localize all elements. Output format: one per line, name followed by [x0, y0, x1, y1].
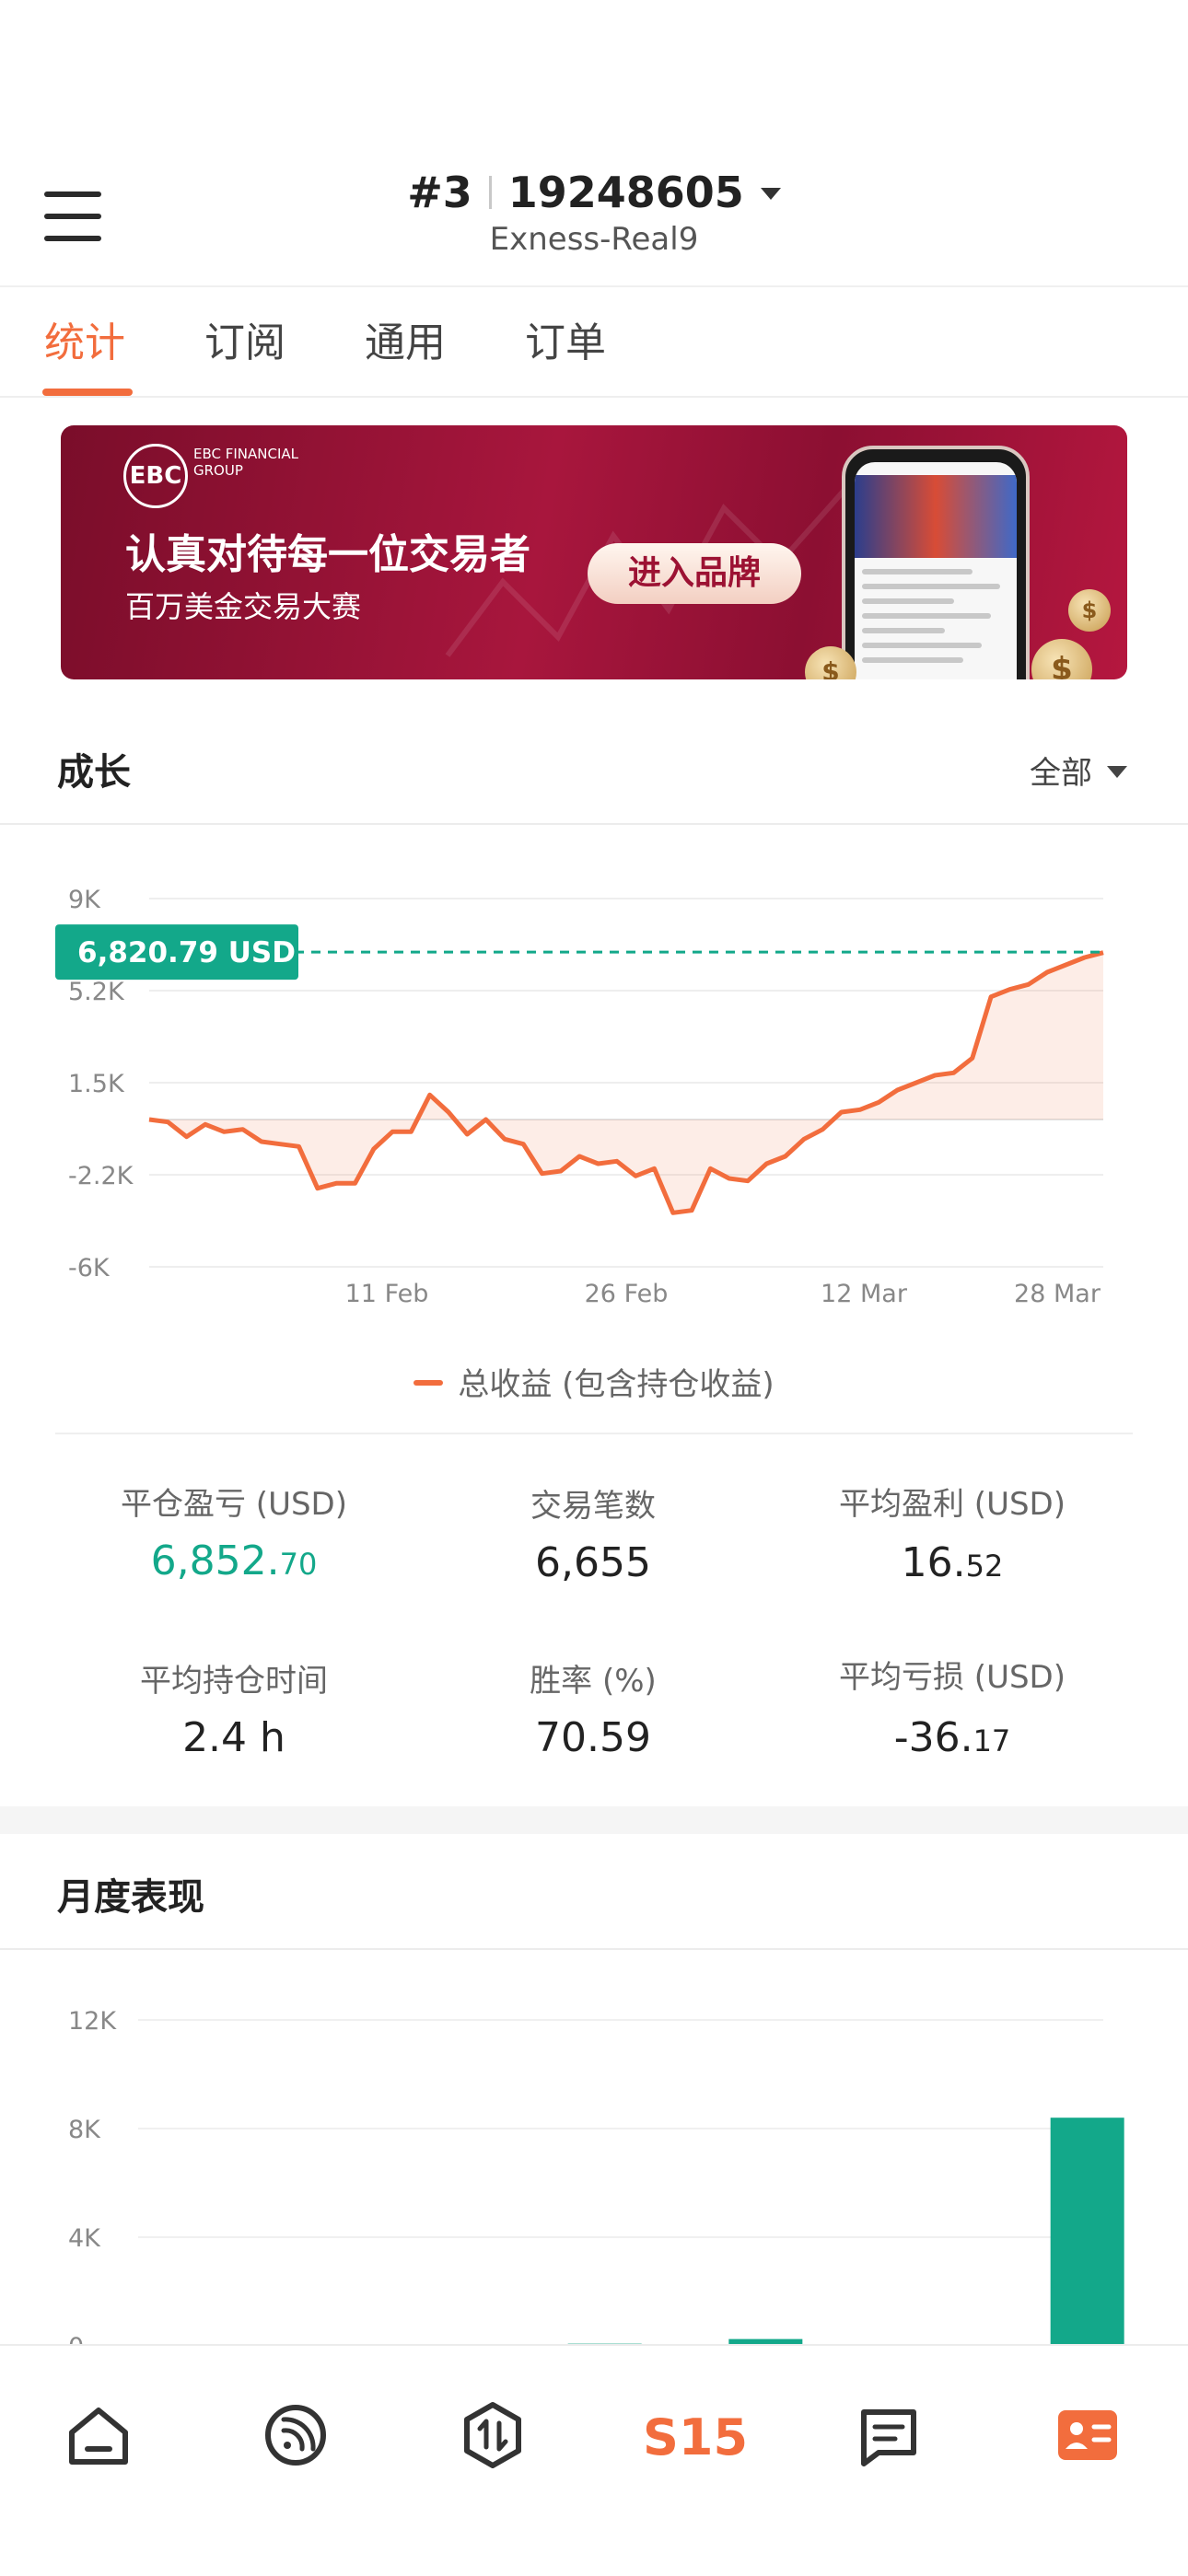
banner-subline: 百万美金交易大赛 [125, 589, 362, 624]
stat-trade-count-value: 6,655 [535, 1539, 651, 1586]
monthly-bar[interactable] [1050, 2118, 1124, 2346]
ebc-logo: EBC [123, 444, 188, 508]
rss-icon [265, 2405, 326, 2466]
stat-avg-profit-value: 16.52 [901, 1539, 1004, 1586]
nav-s15[interactable]: S15 [643, 2394, 748, 2477]
svg-text:S15: S15 [645, 2408, 746, 2466]
account-number: 19248605 [507, 168, 744, 217]
y-tick-label: 5.2K [68, 978, 125, 1006]
active-tab-indicator [42, 389, 133, 396]
stat-avg-profit-label: 平均盈利 (USD) [839, 1486, 1066, 1523]
stat-avg-hold-time-value: 2.4 h [182, 1714, 285, 1761]
monthly-performance-chart[interactable]: 12K8K4K0 [0, 1950, 1188, 2346]
current-value-label: 6,820.79 USD [77, 936, 296, 969]
stat-win-rate-label: 胜率 (%) [530, 1663, 657, 1700]
stat-win-rate-value: 70.59 [535, 1714, 651, 1761]
nav-feed[interactable] [254, 2394, 337, 2477]
phone-mockup-image [842, 446, 1030, 679]
x-tick-label: 28 Mar [1014, 1280, 1101, 1308]
caret-down-icon [1107, 766, 1127, 778]
tab-statistics[interactable]: 统计 [44, 309, 125, 368]
profile-card-icon [1058, 2410, 1117, 2460]
y-tick-label: 8K [68, 2116, 101, 2144]
s15-logo-icon: S15 [643, 2408, 748, 2466]
stat-closed-pnl-value: 6,852.70 [150, 1537, 318, 1584]
monthly-performance-title: 月度表现 [57, 1876, 204, 1919]
legend-swatch [413, 1380, 444, 1386]
y-tick-label: 4K [68, 2224, 101, 2253]
account-index: #3 [407, 168, 472, 217]
bottom-navigation: S15 [0, 2344, 1188, 2576]
stat-trade-count-label: 交易笔数 [530, 1488, 656, 1525]
brand-name: EBC FINANCIAL GROUP [193, 446, 299, 479]
x-tick-label: 11 Feb [345, 1280, 429, 1308]
account-selector[interactable]: #3 19248605 [0, 168, 1188, 217]
y-tick-label: -6K [68, 1254, 111, 1282]
stat-avg-loss-label: 平均亏损 (USD) [839, 1659, 1066, 1696]
y-tick-label: 12K [68, 2007, 117, 2036]
x-tick-label: 26 Feb [585, 1280, 669, 1308]
enter-brand-button[interactable]: 进入品牌 [588, 543, 801, 604]
message-icon [861, 2409, 916, 2466]
trade-hexagon-icon [464, 2402, 521, 2468]
stat-avg-hold-time-label: 平均持仓时间 [140, 1663, 328, 1700]
growth-title: 成长 [57, 751, 131, 794]
divider [55, 1433, 1133, 1434]
stat-avg-loss-value: -36.17 [893, 1714, 1011, 1761]
tab-subscriptions[interactable]: 订阅 [204, 309, 285, 368]
caret-down-icon [760, 188, 781, 200]
coin-icon: $ [1068, 589, 1111, 632]
legend-label: 总收益 (包含持仓收益) [458, 1366, 775, 1403]
separator [488, 176, 492, 209]
nav-messages[interactable] [847, 2394, 930, 2477]
section-gap [0, 1806, 1188, 1834]
home-icon [69, 2408, 128, 2465]
divider [0, 823, 1188, 825]
promo-banner[interactable]: EBC EBC FINANCIAL GROUP 认真对待每一位交易者 百万美金交… [61, 425, 1127, 679]
server-name: Exness-Real9 [489, 221, 699, 258]
filter-label: 全部 [1030, 755, 1092, 792]
growth-period-filter[interactable]: 全部 [1030, 748, 1127, 793]
nav-trade[interactable] [451, 2394, 534, 2477]
y-tick-label: 1.5K [68, 1070, 125, 1098]
banner-headline: 认真对待每一位交易者 [125, 531, 530, 578]
tab-general[interactable]: 通用 [365, 309, 446, 368]
divider [0, 396, 1188, 398]
tab-orders[interactable]: 订单 [525, 309, 606, 368]
nav-home[interactable] [57, 2394, 140, 2477]
nav-profile[interactable] [1046, 2394, 1129, 2477]
stat-closed-pnl-label: 平仓盈亏 (USD) [121, 1486, 347, 1523]
y-tick-label: -2.2K [68, 1162, 134, 1190]
growth-chart[interactable]: 9K 5.2K 1.5K -2.2K -6K 11 Feb 26 Feb 12 Mar 28 … [0, 829, 1188, 1344]
divider [0, 285, 1188, 287]
y-tick-label: 9K [68, 886, 101, 914]
x-tick-label: 12 Mar [821, 1280, 908, 1308]
chart-legend: 总收益 (包含持仓收益) [0, 1359, 1188, 1404]
